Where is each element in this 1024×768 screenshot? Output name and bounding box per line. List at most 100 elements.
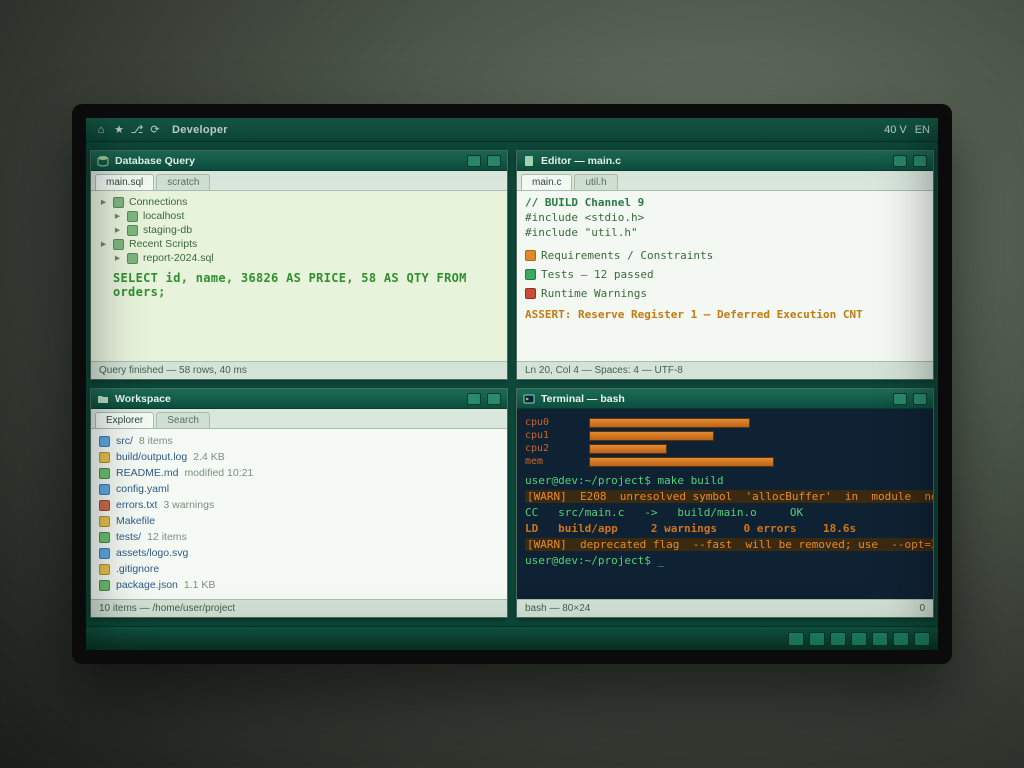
monitor-frame: ⌂ ★ ⎇ ⟳ Developer 40 V EN Database Query (72, 104, 952, 664)
tree-node[interactable]: ▸report-2024.sql (99, 251, 499, 265)
list-item-meta: 12 items (147, 531, 187, 543)
status-bar: Ln 20, Col 4 — Spaces: 4 — UTF-8 (517, 361, 933, 379)
tree-node[interactable]: ▸ Connections (99, 195, 499, 209)
sql-statement[interactable]: SELECT id, name, 36826 AS PRICE, 58 AS Q… (99, 265, 499, 299)
minimize-button[interactable] (893, 155, 907, 167)
terminal-line: user@dev:~/project$ make build (525, 473, 925, 489)
file-icon (99, 516, 110, 527)
panel-query-editor: Database Query main.sql scratch ▸ Connect… (90, 150, 508, 380)
desktop-taskbar (86, 626, 938, 650)
tray-icon[interactable] (830, 632, 846, 646)
tab-scratch[interactable]: scratch (156, 174, 210, 190)
resource-bar-label: cpu1 (525, 430, 585, 441)
terminal-line: LD build/app 2 warnings 0 errors 18.6s (525, 521, 925, 537)
list-item[interactable]: tests/12 items (99, 529, 499, 545)
chevron-right-icon: ▸ (99, 238, 108, 250)
terminal-body[interactable]: cpu0cpu1cpu2mem user@dev:~/project$ make… (517, 409, 933, 599)
close-button[interactable] (487, 155, 501, 167)
list-item[interactable]: README.mdmodified 10:21 (99, 465, 499, 481)
file-icon (99, 500, 110, 511)
tree-node[interactable]: ▸staging-db (99, 223, 499, 237)
list-item-label: assets/logo.svg (116, 547, 188, 559)
panel-title: Database Query (115, 155, 195, 167)
tray-icon[interactable] (788, 632, 804, 646)
terminal-line: CC src/main.c -> build/main.o OK (525, 505, 925, 521)
minimize-button[interactable] (467, 393, 481, 405)
file-icon (99, 452, 110, 463)
node-icon (127, 211, 138, 222)
folder-icon (525, 288, 536, 299)
close-button[interactable] (913, 393, 927, 405)
tab-strip: main.c util.h (517, 171, 933, 191)
tray-icon[interactable] (872, 632, 888, 646)
chevron-right-icon: ▸ (99, 196, 108, 208)
code-line: // BUILD Channel 9 (525, 195, 925, 210)
menubar-indicator-0: 40 V (884, 124, 907, 136)
menubar-indicator-1[interactable]: EN (915, 124, 930, 136)
minimize-button[interactable] (467, 155, 481, 167)
close-button[interactable] (913, 155, 927, 167)
tab-main-c[interactable]: main.c (521, 174, 572, 190)
panel-titlebar[interactable]: Terminal — bash (517, 389, 933, 409)
status-text: Query finished — 58 rows, 40 ms (99, 365, 247, 376)
status-text: 10 items — /home/user/project (99, 603, 235, 614)
resource-bar-fill (589, 457, 774, 467)
assert-line: ASSERT: Reserve Register 1 — Deferred Ex… (525, 307, 925, 322)
panel-titlebar[interactable]: Workspace (91, 389, 507, 409)
file-icon (99, 468, 110, 479)
list-item[interactable]: errors.txt3 warnings (99, 497, 499, 513)
tray-icon[interactable] (893, 632, 909, 646)
outline-group[interactable]: Tests — 12 passed (525, 265, 925, 284)
close-button[interactable] (487, 393, 501, 405)
home-icon[interactable]: ⌂ (94, 123, 108, 137)
list-item[interactable]: Makefile (99, 513, 499, 529)
tab-main-sql[interactable]: main.sql (95, 174, 154, 190)
outline-group-label: Requirements / Constraints (541, 249, 713, 262)
chevron-right-icon: ▸ (113, 224, 122, 236)
list-item[interactable]: config.yaml (99, 481, 499, 497)
file-icon (99, 484, 110, 495)
branch-icon[interactable]: ⎇ (130, 123, 144, 137)
query-body[interactable]: ▸ Connections▸localhost▸staging-db▸Recent… (91, 191, 507, 361)
folder-icon (525, 269, 536, 280)
tab-explorer[interactable]: Explorer (95, 412, 154, 428)
tab-util-h[interactable]: util.h (574, 174, 617, 190)
panel-terminal: Terminal — bash cpu0cpu1cpu2mem user@dev… (516, 388, 934, 618)
list-item[interactable]: build/output.log2.4 KB (99, 449, 499, 465)
list-item-meta: 8 items (139, 435, 173, 447)
resource-bar: cpu2 (525, 443, 925, 454)
status-bar: 10 items — /home/user/project (91, 599, 507, 617)
outline-group[interactable]: Requirements / Constraints (525, 246, 925, 265)
tab-search[interactable]: Search (156, 412, 210, 428)
list-item[interactable]: assets/logo.svg (99, 545, 499, 561)
resource-bar-label: cpu0 (525, 417, 585, 428)
list-item-meta: modified 10:21 (184, 467, 253, 479)
list-item-label: package.json (116, 579, 178, 591)
editor-body[interactable]: // BUILD Channel 9 #include <stdio.h> #i… (517, 191, 933, 361)
tree-node-label: Connections (129, 196, 187, 208)
list-item[interactable]: .gitignore (99, 561, 499, 577)
tree-node[interactable]: ▸localhost (99, 209, 499, 223)
outline-group[interactable]: Runtime Warnings (525, 284, 925, 303)
resource-bar: cpu0 (525, 417, 925, 428)
tree-node[interactable]: ▸Recent Scripts (99, 237, 499, 251)
panel-titlebar[interactable]: Editor — main.c (517, 151, 933, 171)
minimize-button[interactable] (893, 393, 907, 405)
panel-titlebar[interactable]: Database Query (91, 151, 507, 171)
folder-tree-icon (97, 393, 109, 405)
tray-icon[interactable] (914, 632, 930, 646)
panel-title: Workspace (115, 393, 171, 405)
refresh-icon[interactable]: ⟳ (148, 123, 162, 137)
tray-icon[interactable] (809, 632, 825, 646)
tray-icon[interactable] (851, 632, 867, 646)
star-icon[interactable]: ★ (112, 123, 126, 137)
list-item[interactable]: package.json1.1 KB (99, 577, 499, 593)
node-icon (113, 239, 124, 250)
tab-strip: Explorer Search (91, 409, 507, 429)
list-item[interactable]: src/8 items (99, 433, 499, 449)
tree-node-label: report-2024.sql (143, 252, 214, 264)
chevron-right-icon: ▸ (113, 210, 122, 222)
terminal-line: [WARN] deprecated flag --fast will be re… (525, 537, 925, 553)
folder-icon (525, 250, 536, 261)
explorer-body[interactable]: src/8 itemsbuild/output.log2.4 KBREADME.… (91, 429, 507, 599)
